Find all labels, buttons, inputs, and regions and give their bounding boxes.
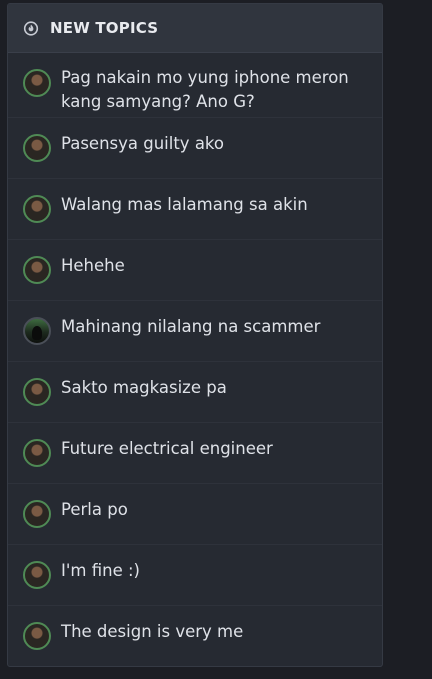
topic-title-link[interactable]: Pag nakain mo yung iphone meron kang sam… [61, 66, 361, 114]
topic-list: Pag nakain mo yung iphone meron kang sam… [8, 53, 382, 666]
topic-item[interactable]: Pag nakain mo yung iphone meron kang sam… [8, 53, 382, 118]
panel-header: NEW TOPICS [8, 4, 382, 53]
topic-title-link[interactable]: I'm fine :) [61, 559, 361, 583]
topic-item[interactable]: Mahinang nilalang na scammer [8, 301, 382, 362]
avatar[interactable] [23, 378, 51, 406]
avatar[interactable] [23, 439, 51, 467]
topic-title-link[interactable]: Mahinang nilalang na scammer [61, 315, 361, 339]
topic-title-link[interactable]: The design is very me [61, 620, 361, 644]
fire-icon [22, 19, 40, 37]
avatar[interactable] [23, 195, 51, 223]
topic-item[interactable]: Sakto magkasize pa [8, 362, 382, 423]
topic-title-link[interactable]: Future electrical engineer [61, 437, 361, 461]
topic-item[interactable]: The design is very me [8, 606, 382, 666]
topic-title-link[interactable]: Pasensya guilty ako [61, 132, 361, 156]
avatar[interactable] [23, 134, 51, 162]
topic-item[interactable]: Future electrical engineer [8, 423, 382, 484]
topic-item[interactable]: I'm fine :) [8, 545, 382, 606]
topic-item[interactable]: Perla po [8, 484, 382, 545]
avatar[interactable] [23, 317, 51, 345]
new-topics-panel: NEW TOPICS Pag nakain mo yung iphone mer… [7, 3, 383, 667]
avatar[interactable] [23, 256, 51, 284]
panel-title: NEW TOPICS [50, 19, 159, 37]
topic-title-link[interactable]: Walang mas lalamang sa akin [61, 193, 361, 217]
avatar[interactable] [23, 561, 51, 589]
topic-title-link[interactable]: Perla po [61, 498, 361, 522]
avatar[interactable] [23, 500, 51, 528]
topic-item[interactable]: Walang mas lalamang sa akin [8, 179, 382, 240]
topic-title-link[interactable]: Hehehe [61, 254, 361, 278]
avatar[interactable] [23, 622, 51, 650]
topic-title-link[interactable]: Sakto magkasize pa [61, 376, 361, 400]
avatar[interactable] [23, 69, 51, 97]
topic-item[interactable]: Pasensya guilty ako [8, 118, 382, 179]
topic-item[interactable]: Hehehe [8, 240, 382, 301]
